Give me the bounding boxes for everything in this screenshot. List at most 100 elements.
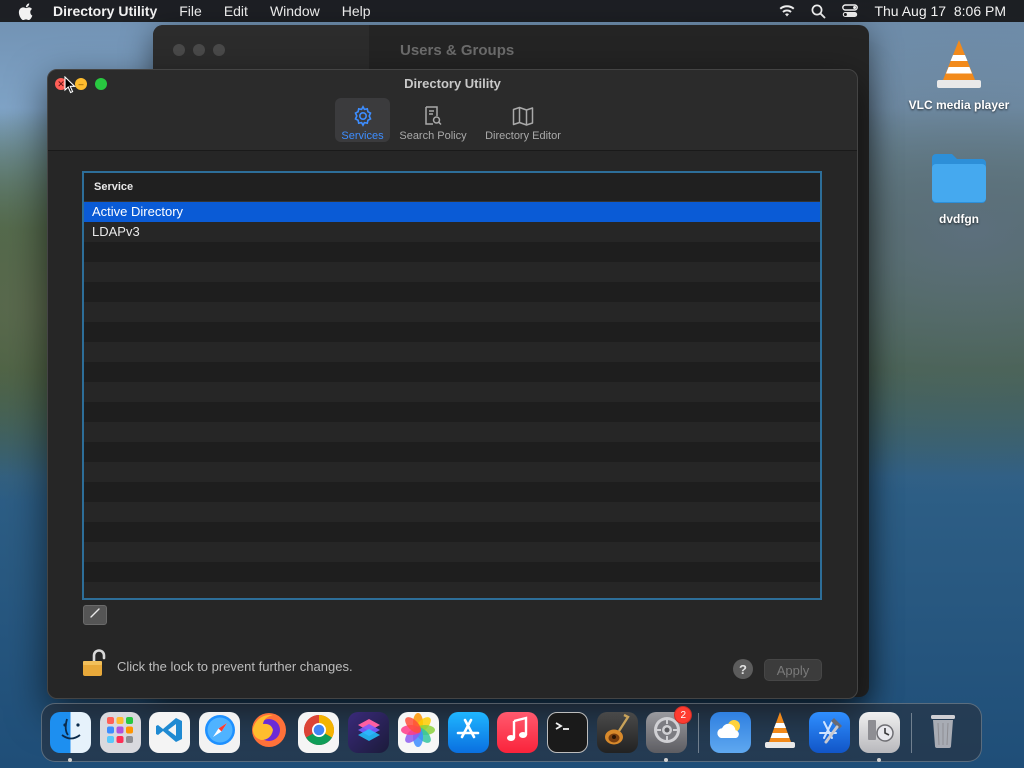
menu-edit[interactable]: Edit	[224, 3, 248, 19]
dock-garageband[interactable]	[596, 712, 638, 753]
safari-icon	[203, 713, 237, 752]
wifi-icon[interactable]	[779, 4, 795, 18]
folder-icon	[929, 150, 989, 206]
tab-services[interactable]: Services	[335, 98, 390, 142]
dock-chrome[interactable]	[298, 712, 340, 753]
control-center-icon[interactable]	[842, 4, 859, 18]
edit-service-button[interactable]	[83, 605, 107, 625]
dock-photos[interactable]	[397, 712, 439, 753]
apply-button[interactable]: Apply	[764, 659, 822, 681]
running-indicator	[877, 758, 881, 762]
menubar-clock[interactable]: Thu Aug 17 8:06 PM	[874, 3, 1006, 19]
tab-directory-editor[interactable]: Directory Editor	[481, 98, 565, 142]
services-table[interactable]: Service Active Directory LDAPv3	[82, 171, 822, 600]
dock-system-settings[interactable]: 2	[646, 706, 693, 762]
dock-safari[interactable]	[199, 712, 241, 753]
shortcuts-icon	[355, 716, 383, 749]
dock-finder[interactable]	[50, 712, 91, 762]
dock-separator	[697, 712, 699, 753]
table-row[interactable]: LDAPv3	[84, 222, 820, 242]
toolbar: Services Search Policy Directory Editor	[48, 98, 857, 144]
menu-bar: Directory Utility File Edit Window Help …	[0, 0, 1024, 22]
empty-row	[84, 582, 820, 598]
dock-vscode[interactable]	[149, 712, 191, 753]
empty-row	[84, 342, 820, 362]
dock-directory-utility[interactable]	[859, 712, 900, 762]
empty-row	[84, 562, 820, 582]
running-indicator	[68, 758, 72, 762]
tab-search-policy[interactable]: Search Policy	[397, 98, 469, 142]
window-title: Directory Utility	[404, 76, 501, 91]
tab-label: Directory Editor	[485, 130, 561, 142]
mouse-cursor-icon	[64, 75, 76, 99]
xcode-icon	[814, 714, 846, 751]
empty-row	[84, 442, 820, 462]
apple-menu-icon[interactable]	[18, 2, 36, 20]
dock-app-store[interactable]	[447, 712, 489, 753]
empty-row	[84, 482, 820, 502]
directory-utility-icon	[864, 714, 896, 751]
table-row[interactable]: Active Directory	[84, 202, 820, 222]
tab-label: Services	[341, 130, 384, 142]
desktop-icon-folder[interactable]: dvdfgn	[904, 150, 1014, 226]
menu-window[interactable]: Window	[270, 3, 320, 19]
directory-utility-window: ✕ – Directory Utility Services Search Po…	[47, 69, 858, 699]
garageband-icon	[602, 713, 632, 752]
empty-row	[84, 242, 820, 262]
dock-trash[interactable]	[923, 712, 964, 753]
empty-row	[84, 542, 820, 562]
gear-icon	[352, 104, 374, 128]
dock-weather[interactable]	[709, 712, 751, 753]
column-header-service[interactable]: Service	[84, 173, 820, 202]
dock-terminal[interactable]	[546, 712, 588, 753]
terminal-icon	[552, 717, 582, 748]
app-store-icon	[454, 716, 482, 749]
empty-row	[84, 362, 820, 382]
empty-row	[84, 382, 820, 402]
map-icon	[512, 104, 534, 128]
music-icon	[505, 716, 531, 749]
vscode-icon	[155, 715, 185, 750]
dock-shortcuts[interactable]	[348, 712, 390, 753]
finder-icon	[54, 713, 88, 752]
unlocked-padlock-icon	[81, 649, 107, 682]
dock: 2	[41, 703, 982, 762]
zoom-button[interactable]	[213, 44, 225, 56]
weather-icon	[714, 716, 746, 749]
menu-help[interactable]: Help	[342, 3, 371, 19]
empty-row	[84, 302, 820, 322]
empty-row	[84, 502, 820, 522]
dock-xcode[interactable]	[809, 712, 851, 753]
desktop-icon-label: VLC media player	[908, 98, 1010, 112]
menu-app-name[interactable]: Directory Utility	[53, 3, 157, 19]
services-pane: Service Active Directory LDAPv3 Click th…	[48, 151, 857, 698]
firefox-icon	[250, 711, 288, 754]
vlc-icon	[761, 710, 799, 755]
dock-firefox[interactable]	[249, 712, 290, 753]
dock-music[interactable]	[497, 712, 539, 753]
lock-button[interactable]	[81, 648, 107, 683]
chrome-icon	[302, 713, 336, 752]
empty-row	[84, 402, 820, 422]
vlc-cone-icon	[931, 36, 987, 92]
title-bar: ✕ – Directory Utility Services Search Po…	[48, 70, 857, 151]
table-body: Active Directory LDAPv3	[84, 202, 820, 598]
dock-separator	[910, 712, 912, 753]
dock-launchpad[interactable]	[99, 712, 141, 753]
photos-icon	[401, 713, 436, 752]
window-title: Users & Groups	[400, 42, 515, 59]
search-policy-icon	[423, 104, 443, 128]
minimize-button[interactable]	[193, 44, 205, 56]
help-button[interactable]: ?	[733, 659, 753, 679]
desktop-icon-vlc[interactable]: VLC media player	[904, 36, 1014, 112]
tab-label: Search Policy	[399, 130, 467, 142]
close-button[interactable]	[173, 44, 185, 56]
spotlight-search-icon[interactable]	[811, 4, 826, 19]
trash-icon	[927, 711, 959, 754]
empty-row	[84, 422, 820, 442]
pencil-icon	[89, 606, 101, 624]
menu-file[interactable]: File	[179, 3, 202, 19]
lock-message: Click the lock to prevent further change…	[117, 659, 353, 674]
dock-vlc[interactable]	[760, 712, 801, 753]
empty-row	[84, 462, 820, 482]
